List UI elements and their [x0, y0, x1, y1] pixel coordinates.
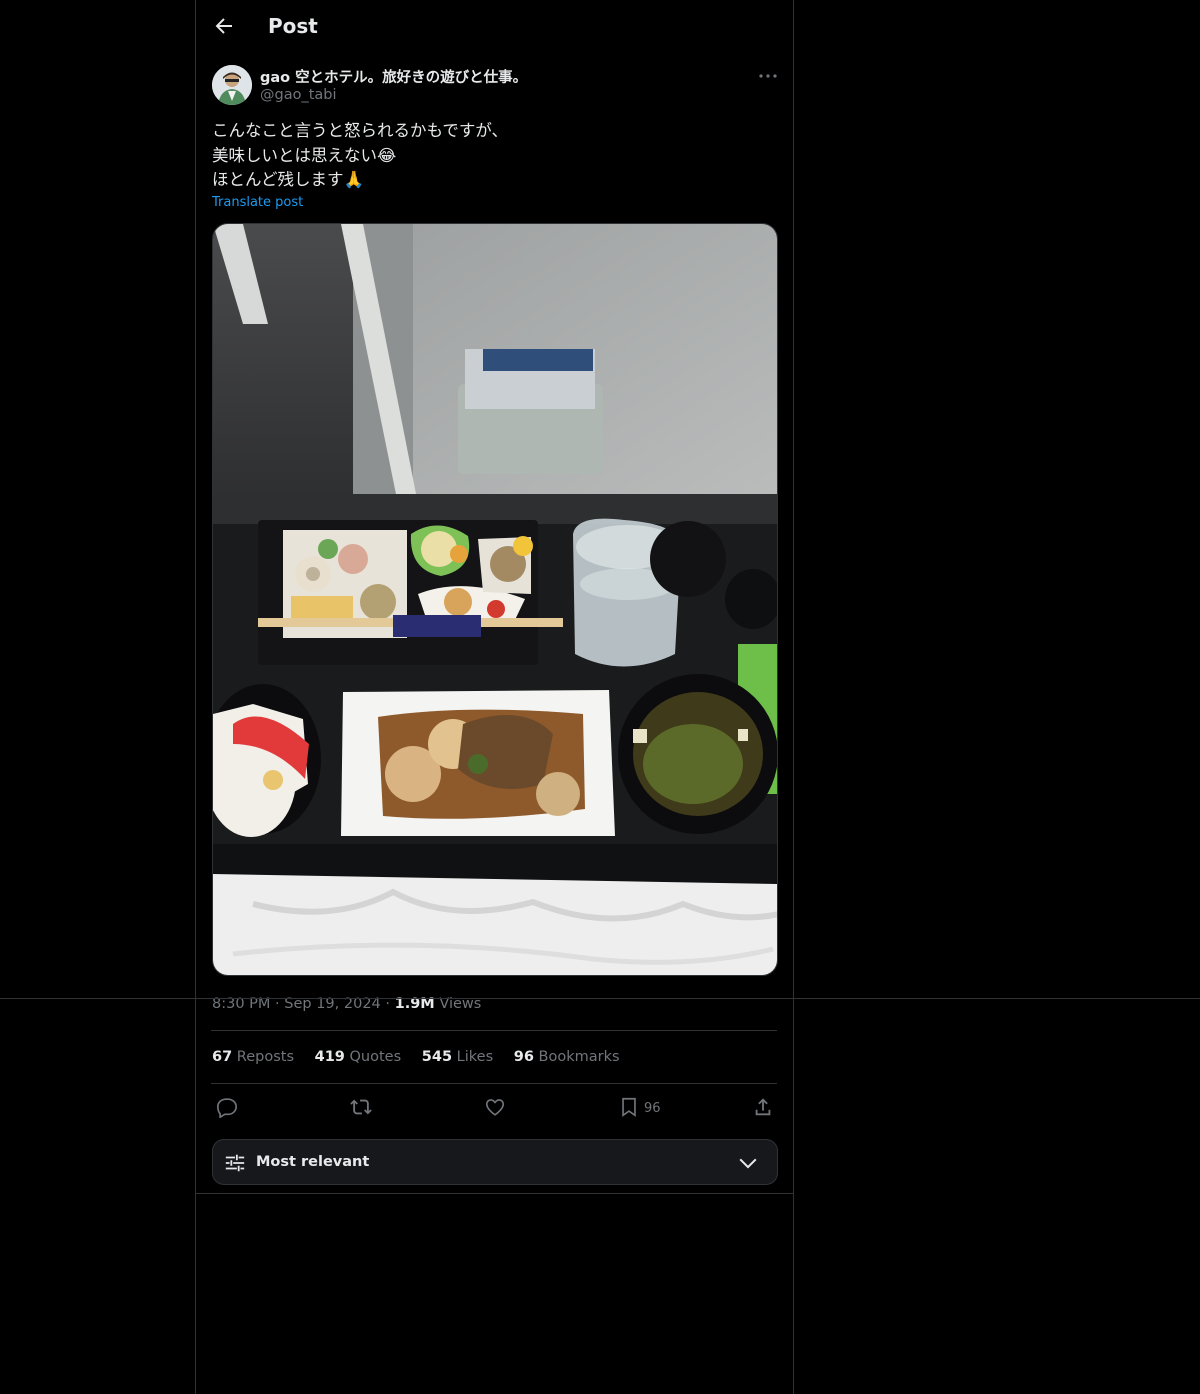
- post-text: こんなこと言うと怒られるかもですが、 美味しいとは思えない😂 ほとんど残します🙏: [212, 121, 509, 189]
- sort-sliders-icon: [225, 1154, 245, 1172]
- post-stats: 67 Reposts 419 Quotes 545 Likes 96 Bookm…: [212, 1049, 636, 1065]
- quotes-stat[interactable]: 419 Quotes: [315, 1049, 402, 1065]
- bookmark-icon[interactable]: [618, 1096, 640, 1118]
- sort-label: Most relevant: [256, 1154, 370, 1170]
- bookmarks-stat[interactable]: 96 Bookmarks: [514, 1049, 620, 1065]
- bookmark-count: 96: [644, 1101, 661, 1116]
- more-icon[interactable]: [756, 64, 780, 88]
- sort-dropdown[interactable]: Most relevant: [212, 1139, 778, 1185]
- post-image[interactable]: [212, 223, 778, 976]
- reposts-stat[interactable]: 67 Reposts: [212, 1049, 294, 1065]
- back-arrow-icon[interactable]: [212, 14, 236, 38]
- airline-meal-photo: [213, 224, 777, 975]
- chevron-down-icon: [739, 1158, 757, 1169]
- avatar[interactable]: [212, 65, 252, 105]
- main-column: Post gao 空とホテル。旅好きの遊びと仕事。 @gao_tabi こんなこ…: [195, 0, 794, 1394]
- like-icon[interactable]: [484, 1096, 506, 1118]
- page-title: Post: [268, 14, 318, 38]
- likes-stat[interactable]: 545 Likes: [422, 1049, 493, 1065]
- repost-icon[interactable]: [350, 1096, 372, 1118]
- share-icon[interactable]: [752, 1096, 774, 1118]
- reply-icon[interactable]: [216, 1096, 238, 1118]
- translate-link[interactable]: Translate post: [212, 195, 303, 210]
- divider: [196, 1193, 794, 1194]
- divider: [0, 998, 1200, 999]
- author-name[interactable]: gao 空とホテル。旅好きの遊びと仕事。: [260, 66, 527, 87]
- author-handle[interactable]: @gao_tabi: [260, 87, 337, 103]
- divider: [211, 1030, 777, 1031]
- divider: [211, 1083, 777, 1084]
- page-header: Post: [196, 0, 795, 54]
